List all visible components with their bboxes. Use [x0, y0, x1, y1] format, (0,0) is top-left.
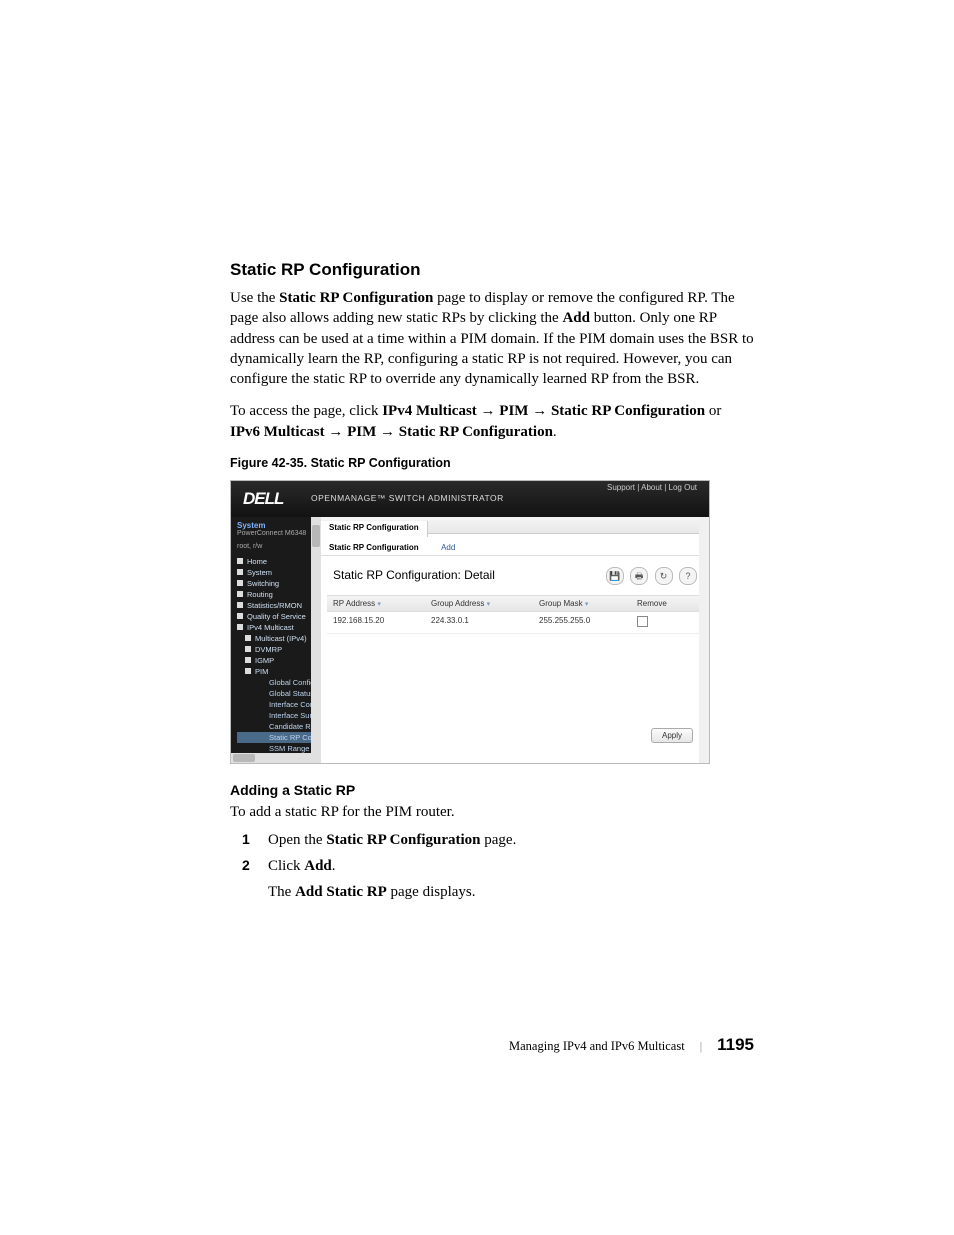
header-links[interactable]: Support | About | Log Out: [607, 483, 697, 492]
nav-item-if-summary[interactable]: Interface Summa: [237, 710, 321, 721]
help-icon[interactable]: ?: [679, 567, 697, 585]
main-panel: Static RP Configuration Static RP Config…: [321, 517, 709, 763]
arrow: →: [528, 403, 551, 419]
subsection-intro: To add a static RP for the PIM router.: [230, 802, 754, 822]
remove-checkbox[interactable]: [637, 616, 648, 627]
page-number: 1195: [717, 1035, 754, 1054]
nav-node: Static RP Configuration: [399, 424, 553, 440]
print-icon[interactable]: 🖶: [630, 567, 648, 585]
nav-node: PIM: [347, 424, 376, 440]
sort-icon[interactable]: ▾: [487, 601, 491, 608]
cell-rp: 192.168.15.20: [327, 612, 425, 633]
screenshot: DELL OPENMANAGE™ SWITCH ADMINISTRATOR Su…: [230, 480, 710, 764]
access-path: To access the page, click IPv4 Multicast…: [230, 401, 754, 442]
nav-node: PIM: [499, 403, 528, 419]
add-button-name: Add: [562, 310, 590, 326]
text: or: [705, 403, 721, 419]
sidebar-vscroll[interactable]: [311, 517, 321, 763]
col-remove: Remove: [631, 596, 703, 611]
table-header: RP Address ▾ Group Address ▾ Group Mask …: [327, 595, 703, 612]
arrow: →: [325, 424, 348, 440]
nav-item-system[interactable]: System: [237, 567, 321, 578]
save-icon[interactable]: 💾: [606, 567, 624, 585]
config-name: Static RP Configuration: [279, 290, 433, 306]
nav-sidebar: System PowerConnect M6348 root, r/w Home…: [231, 517, 321, 763]
nav-item-static-rp[interactable]: Static RP Conf: [237, 732, 321, 743]
text: .: [332, 858, 336, 874]
breadcrumb-tab[interactable]: Static RP Configuration: [321, 521, 428, 537]
step-result: The Add Static RP page displays.: [230, 880, 754, 904]
arrow: →: [376, 424, 399, 440]
app-title: OPENMANAGE™ SWITCH ADMINISTRATOR: [311, 493, 504, 503]
nav-item-if-config[interactable]: Interface Configu: [237, 699, 321, 710]
system-label: System: [237, 521, 321, 530]
dell-logo: DELL: [243, 489, 283, 509]
step-number: 1: [242, 828, 250, 850]
nav-node: IPv4 Multicast: [382, 403, 477, 419]
breadcrumb-tab-row: Static RP Configuration: [321, 517, 709, 534]
device-label: PowerConnect M6348: [237, 530, 321, 537]
nav-item-cand-rp[interactable]: Candidate RP C: [237, 721, 321, 732]
refresh-icon[interactable]: ↻: [655, 567, 673, 585]
subtab-row: Static RP Configuration Add: [321, 534, 709, 556]
page-footer: Managing IPv4 and IPv6 Multicast | 1195: [230, 1035, 754, 1055]
main-vscroll[interactable]: [699, 517, 709, 763]
nav-item-switching[interactable]: Switching: [237, 578, 321, 589]
arrow: →: [477, 403, 500, 419]
nav-item-routing[interactable]: Routing: [237, 589, 321, 600]
text: page displays.: [387, 884, 476, 900]
col-rp[interactable]: RP Address ▾: [327, 596, 425, 611]
subsection-heading: Adding a Static RP: [230, 782, 754, 798]
nav-item-multicast[interactable]: Multicast (IPv4): [237, 633, 321, 644]
text: .: [553, 424, 557, 440]
nav-item-ipv4mc[interactable]: IPv4 Multicast: [237, 622, 321, 633]
app-header: DELL OPENMANAGE™ SWITCH ADMINISTRATOR Su…: [231, 481, 709, 517]
nav-item-global-config[interactable]: Global Configura: [237, 677, 321, 688]
nav-item-global-status[interactable]: Global Status: [237, 688, 321, 699]
footer-separator: |: [688, 1039, 714, 1053]
nav-node: Static RP Configuration: [551, 403, 705, 419]
subtab-config[interactable]: Static RP Configuration: [329, 543, 419, 552]
col-mask[interactable]: Group Mask ▾: [533, 596, 631, 611]
figure-caption: Figure 42-35. Static RP Configuration: [230, 456, 754, 470]
text: Click: [268, 858, 304, 874]
nav-node: IPv6 Multicast: [230, 424, 325, 440]
cell-group: 224.33.0.1: [425, 612, 533, 633]
text: To access the page, click: [230, 403, 382, 419]
text: Open the: [268, 832, 326, 848]
nav-item-qos[interactable]: Quality of Service: [237, 611, 321, 622]
sort-icon[interactable]: ▾: [377, 601, 381, 608]
page-name: Static RP Configuration: [326, 832, 480, 848]
table-row: 192.168.15.20 224.33.0.1 255.255.255.0: [327, 612, 703, 634]
step-number: 2: [242, 854, 250, 876]
nav-item-stats[interactable]: Statistics/RMON: [237, 600, 321, 611]
sidebar-hscroll[interactable]: [231, 753, 321, 763]
step-2: 2 Click Add.: [230, 854, 754, 878]
nav-item-pim[interactable]: PIM: [237, 666, 321, 677]
detail-title: Static RP Configuration: Detail: [333, 568, 495, 582]
button-name: Add: [304, 858, 332, 874]
text: Use the: [230, 290, 279, 306]
subtab-add[interactable]: Add: [441, 543, 455, 552]
user-label: root, r/w: [237, 543, 321, 550]
step-1: 1 Open the Static RP Configuration page.: [230, 828, 754, 852]
nav-item-home[interactable]: Home: [237, 556, 321, 567]
text: The: [268, 884, 295, 900]
intro-paragraph: Use the Static RP Configuration page to …: [230, 288, 754, 389]
section-heading: Static RP Configuration: [230, 260, 754, 280]
nav-item-igmp[interactable]: IGMP: [237, 655, 321, 666]
footer-text: Managing IPv4 and IPv6 Multicast: [509, 1039, 685, 1053]
apply-button[interactable]: Apply: [651, 728, 693, 743]
sort-icon[interactable]: ▾: [585, 601, 589, 608]
page-name: Add Static RP: [295, 884, 387, 900]
text: page.: [481, 832, 517, 848]
col-group[interactable]: Group Address ▾: [425, 596, 533, 611]
nav-item-dvmrp[interactable]: DVMRP: [237, 644, 321, 655]
toolbar: 💾 🖶 ↻ ?: [604, 566, 697, 585]
cell-mask: 255.255.255.0: [533, 612, 631, 633]
